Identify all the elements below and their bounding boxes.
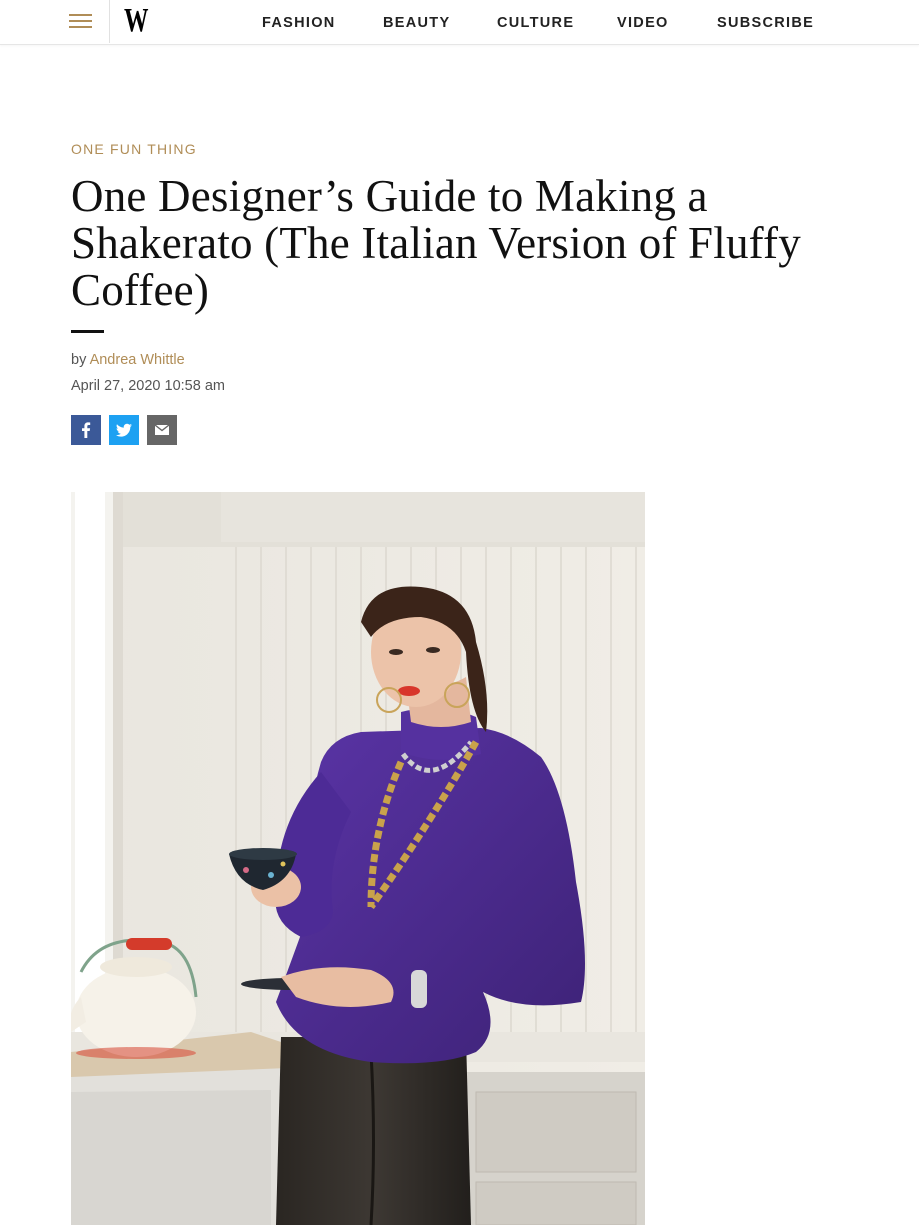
hamburger-menu-icon[interactable]: [69, 13, 92, 30]
nav-divider: [109, 0, 110, 43]
nav-link-beauty[interactable]: BEAUTY: [383, 14, 450, 32]
menu-line: [69, 26, 92, 28]
nav-link-culture[interactable]: CULTURE: [497, 14, 574, 32]
nav-link-subscribe[interactable]: SUBSCRIBE: [717, 14, 814, 32]
menu-line: [69, 20, 92, 22]
nav-link-fashion[interactable]: FASHION: [262, 14, 336, 32]
woman-holding-teacup-illustration: [71, 492, 645, 1225]
author-link[interactable]: Andrea Whittle: [90, 352, 185, 368]
nav-link-video[interactable]: VIDEO: [617, 14, 669, 32]
share-facebook-button[interactable]: [71, 415, 101, 445]
twitter-icon: [109, 415, 139, 445]
article-category-kicker[interactable]: ONE FUN THING: [71, 141, 197, 157]
publish-date: April 27, 2020 10:58 am: [71, 378, 225, 394]
hero-image: [71, 492, 645, 1225]
menu-line: [69, 14, 92, 16]
top-navigation-bar: W FASHION BEAUTY CULTURE VIDEO SUBSCRIBE: [0, 0, 919, 45]
headline-divider: [71, 330, 104, 333]
site-logo[interactable]: W: [124, 3, 148, 39]
byline-prefix: by: [71, 352, 87, 368]
share-email-button[interactable]: [147, 415, 177, 445]
byline: by Andrea Whittle: [71, 351, 185, 369]
article-headline: One Designer’s Guide to Making a Shakera…: [71, 171, 801, 315]
share-twitter-button[interactable]: [109, 415, 139, 445]
email-icon: [147, 415, 177, 445]
facebook-icon: [71, 415, 101, 445]
